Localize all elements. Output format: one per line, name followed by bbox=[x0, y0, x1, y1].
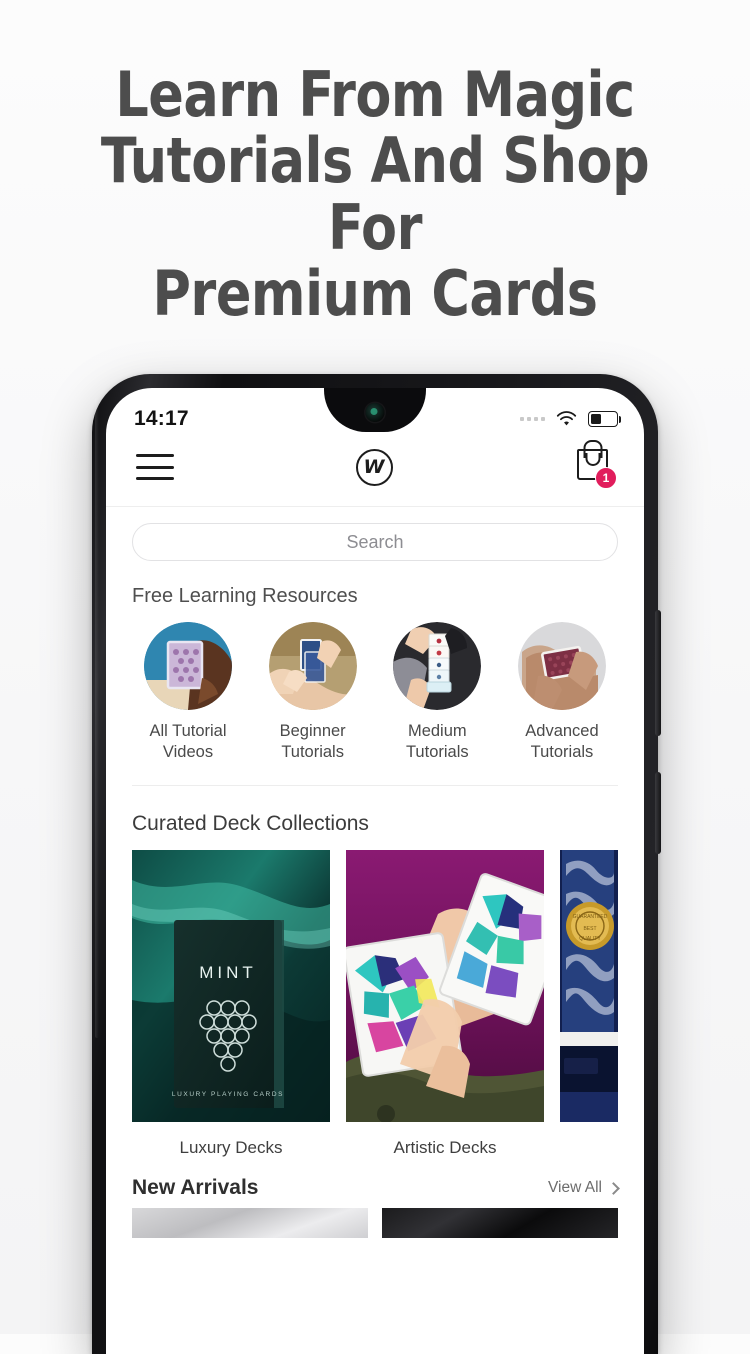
front-camera-icon bbox=[365, 403, 385, 422]
label-line-2: Tutorials bbox=[530, 743, 594, 762]
learning-item-all-tutorial-videos[interactable]: All Tutorial Videos bbox=[132, 622, 244, 763]
new-arrivals-header: New Arrivals View All bbox=[132, 1162, 620, 1208]
collections-section: Curated Deck Collections MINT LUXURY PLA… bbox=[106, 786, 644, 1158]
collection-image-classic-deck: GUARANTEED BEST QUALITY bbox=[560, 850, 618, 1123]
headline-line-1: Learn From Magic bbox=[115, 58, 635, 131]
learning-item-beginner-tutorials[interactable]: Beginner Tutorials bbox=[257, 622, 369, 763]
app-header: W 1 bbox=[106, 438, 644, 507]
new-arrivals-section: New Arrivals View All bbox=[106, 1158, 644, 1239]
svg-text:QUALITY: QUALITY bbox=[579, 936, 601, 942]
view-all-link[interactable]: View All bbox=[548, 1179, 620, 1197]
learning-item-advanced-tutorials[interactable]: Advanced Tutorials bbox=[506, 622, 618, 763]
chevron-right-icon bbox=[607, 1181, 620, 1195]
collection-label: Luxury Decks bbox=[179, 1138, 283, 1158]
collections-section-title: Curated Deck Collections bbox=[132, 812, 369, 836]
learning-item-label: Advanced Tutorials bbox=[525, 721, 598, 763]
learning-item-label: Beginner Tutorials bbox=[280, 721, 346, 763]
phone-screen: 14:17 W 1 Search Free Learning Resources… bbox=[106, 388, 644, 1354]
cart-button[interactable]: 1 bbox=[574, 446, 617, 489]
wifi-icon bbox=[556, 411, 577, 427]
learning-category-list: All Tutorial Videos Beginner Tutorials M… bbox=[132, 622, 618, 763]
status-icons bbox=[520, 411, 621, 427]
power-button[interactable] bbox=[655, 772, 661, 854]
label-line-1: Beginner bbox=[279, 722, 346, 740]
collections-carousel[interactable]: MINT LUXURY PLAYING CARDS Luxury Decks A… bbox=[132, 850, 618, 1158]
hero-section: Learn From Magic Tutorials And Shop For … bbox=[0, 0, 750, 380]
bag-handle bbox=[585, 453, 600, 466]
label-line-1: All Tutorial bbox=[149, 722, 227, 740]
svg-text:GUARANTEED: GUARANTEED bbox=[573, 914, 608, 920]
label-line-1: Advanced bbox=[525, 722, 599, 740]
new-arrival-item[interactable] bbox=[132, 1208, 368, 1239]
hamburger-menu-icon[interactable] bbox=[136, 454, 174, 480]
page-title: Learn From Magic Tutorials And Shop For … bbox=[65, 61, 685, 330]
brand-logo-icon[interactable]: W bbox=[355, 448, 393, 486]
label-line-2: Tutorials bbox=[405, 743, 469, 762]
status-time: 14:17 bbox=[134, 407, 189, 430]
svg-text:MINT: MINT bbox=[199, 963, 257, 982]
headline-line-3: Premium Cards bbox=[152, 256, 598, 330]
cart-badge: 1 bbox=[595, 467, 617, 489]
search-container: Search bbox=[106, 507, 644, 579]
learning-section-title: Free Learning Resources bbox=[132, 585, 358, 607]
new-arrival-item[interactable] bbox=[382, 1208, 618, 1239]
signal-dots-icon bbox=[520, 417, 545, 421]
svg-text:LUXURY PLAYING CARDS: LUXURY PLAYING CARDS bbox=[172, 1091, 284, 1098]
collection-label: Artistic Decks bbox=[393, 1138, 497, 1158]
label-line-2: Tutorials bbox=[281, 743, 344, 762]
view-all-label: View All bbox=[548, 1179, 602, 1197]
volume-button[interactable] bbox=[655, 610, 661, 736]
headline-line-2: Tutorials And Shop For bbox=[100, 124, 650, 264]
learning-item-medium-tutorials[interactable]: Medium Tutorials bbox=[381, 622, 493, 763]
thumbnail-all-tutorial-videos bbox=[144, 622, 232, 710]
collection-card-artistic-decks[interactable]: Artistic Decks bbox=[346, 850, 544, 1158]
new-arrivals-title: New Arrivals bbox=[132, 1176, 259, 1200]
phone-mockup: 14:17 W 1 Search Free Learning Resources… bbox=[92, 374, 661, 1354]
collection-card-classic-deck[interactable]: GUARANTEED BEST QUALITY bbox=[560, 850, 618, 1158]
collection-image-luxury-decks: MINT LUXURY PLAYING CARDS bbox=[132, 850, 330, 1123]
learning-item-label: Medium Tutorials bbox=[406, 721, 469, 763]
search-input[interactable]: Search bbox=[132, 523, 618, 561]
new-arrivals-list bbox=[132, 1208, 618, 1239]
svg-text:BEST: BEST bbox=[583, 926, 596, 932]
thumbnail-medium-tutorials bbox=[393, 622, 482, 710]
label-line-2: Videos bbox=[162, 743, 214, 762]
thumbnail-beginner-tutorials bbox=[268, 622, 357, 710]
collection-card-luxury-decks[interactable]: MINT LUXURY PLAYING CARDS Luxury Decks bbox=[132, 850, 330, 1158]
thumbnail-advanced-tutorials bbox=[517, 622, 606, 710]
collection-image-artistic-decks bbox=[346, 850, 544, 1123]
battery-icon bbox=[588, 411, 621, 427]
learning-section: Free Learning Resources All Tutorial Vid… bbox=[106, 579, 644, 787]
label-line-1: Medium bbox=[407, 722, 467, 740]
learning-item-label: All Tutorial Videos bbox=[149, 721, 226, 763]
